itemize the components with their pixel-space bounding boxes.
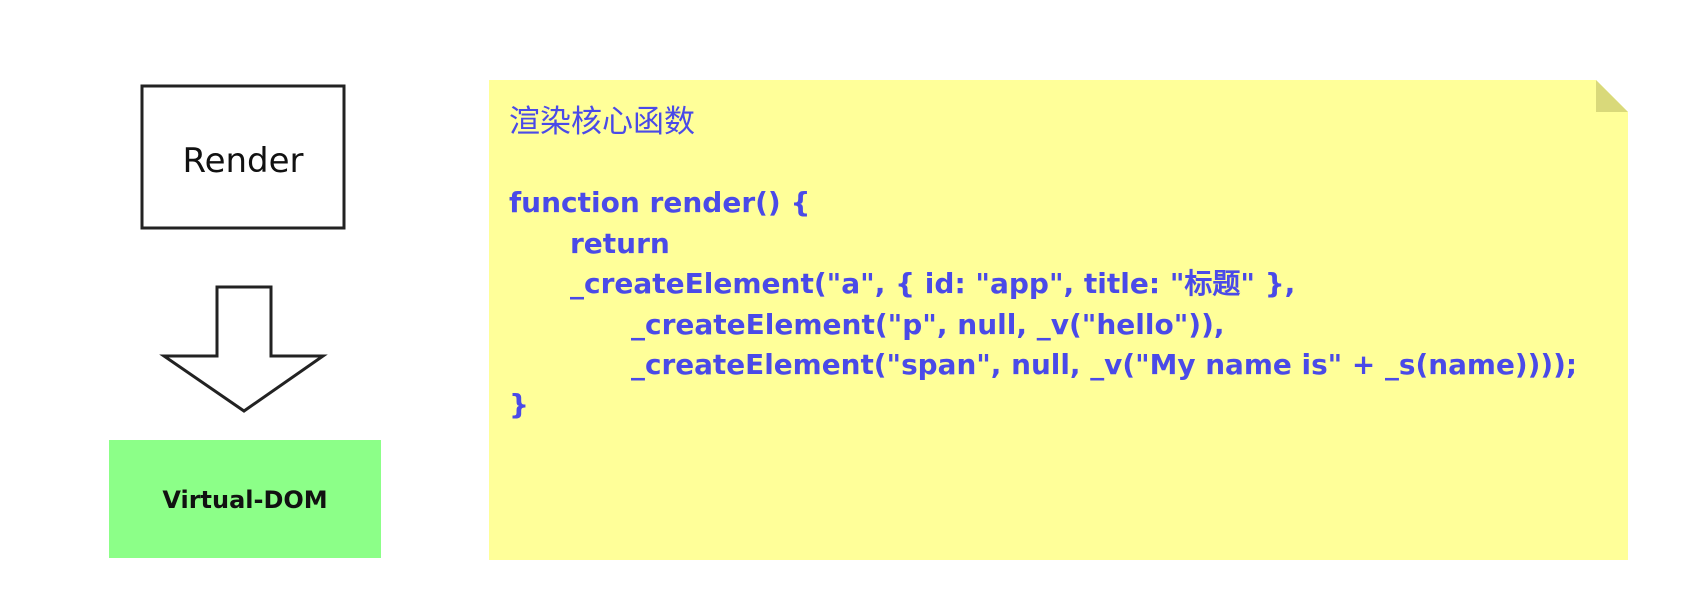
down-arrow-icon [159, 285, 328, 413]
virtual-dom-label: Virtual-DOM [162, 486, 327, 514]
note-title: 渲染核心函数 [509, 104, 695, 140]
render-label: Render [182, 141, 303, 181]
code-line-3: _createElement("a", { id: "app", title: … [570, 267, 1295, 300]
diagram-canvas: Render Virtual-DOM 渲染核心函数 function rende… [109, 80, 1628, 560]
note-fold-corner [1596, 80, 1628, 112]
code-line-2: return [570, 227, 670, 260]
code-line-1: function render() { [509, 186, 810, 219]
code-line-5: _createElement("span", null, _v("My name… [631, 348, 1577, 381]
code-line-6: } [509, 388, 529, 421]
code-line-4: _createElement("p", null, _v("hello")), [631, 308, 1225, 341]
